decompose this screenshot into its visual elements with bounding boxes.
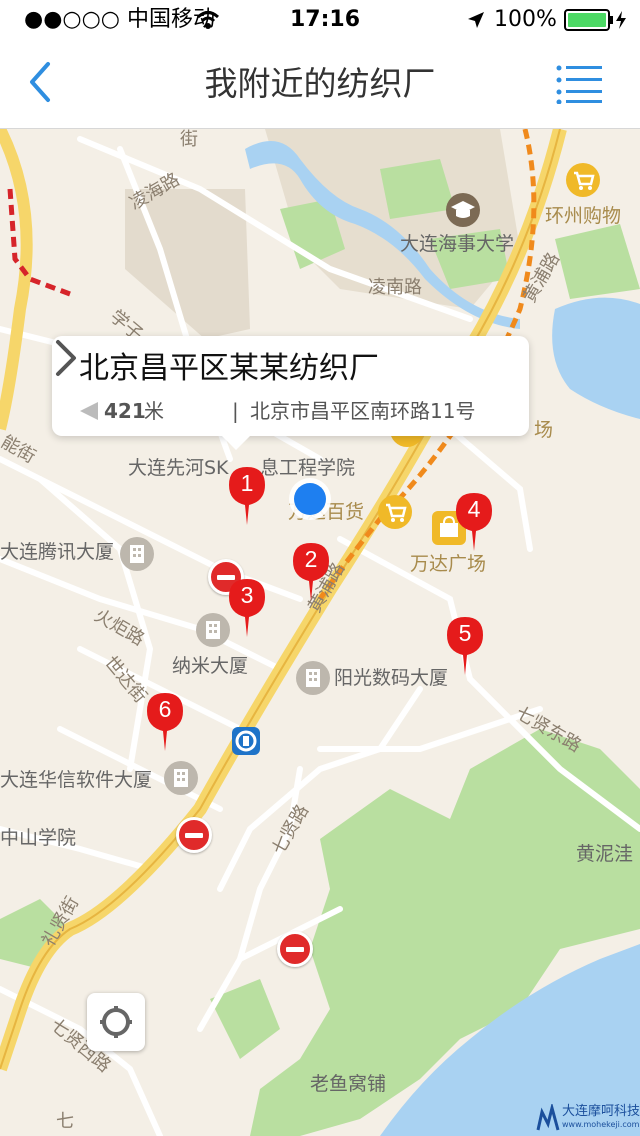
- company-logo-icon: [536, 1104, 560, 1131]
- place-label: 大连先河SK: [128, 457, 229, 479]
- wifi-icon: [196, 11, 220, 29]
- callout-distance: 421: [104, 399, 146, 423]
- map-pin-2[interactable]: 2: [289, 539, 333, 603]
- no-entry-icon: [277, 931, 313, 967]
- place-label: 纳米大厦: [172, 655, 249, 677]
- road-label: 凌南路: [368, 277, 422, 298]
- place-label: 环州购物: [545, 205, 622, 227]
- battery-percent: 100%: [494, 7, 557, 32]
- place-label: 万达广场: [410, 553, 487, 575]
- callout-distance-unit: 米: [144, 399, 164, 423]
- no-entry-icon: [176, 817, 212, 853]
- map-view[interactable]: 凌海路 街 大连海事大学 环州购物 凌南路 黄浦路 学子 能街 大连先河SK 息…: [0, 129, 640, 1136]
- place-label: 大连海事大学: [400, 233, 515, 255]
- road-label: 七: [56, 1111, 74, 1132]
- shopping-cart-icon[interactable]: [378, 495, 412, 529]
- place-label: 阳光数码大厦: [334, 667, 449, 689]
- place-label: 场: [534, 419, 554, 441]
- company-watermark: 大连摩呵科技 www.mohekeji.com: [534, 1102, 640, 1136]
- navigation-arrow-icon: [80, 402, 98, 420]
- crosshair-icon: [100, 1006, 132, 1038]
- navigation-bar: 我附近的纺织厂: [0, 40, 640, 129]
- place-label: 大连腾讯大厦: [0, 541, 115, 563]
- locate-me-button[interactable]: [87, 993, 145, 1051]
- subway-icon[interactable]: [232, 727, 260, 755]
- building-icon[interactable]: [164, 761, 198, 795]
- page-title: 我附近的纺织厂: [204, 64, 436, 103]
- map-pin-4[interactable]: 4: [452, 489, 496, 553]
- place-label: 黄泥洼: [576, 843, 634, 865]
- callout-address: 北京市昌平区南环路11号: [250, 399, 476, 423]
- shopping-cart-icon[interactable]: [566, 163, 600, 197]
- place-label: 老鱼窝铺: [310, 1073, 387, 1095]
- map-pin-5[interactable]: 5: [443, 613, 487, 677]
- callout-title: 北京昌平区某某纺织厂: [79, 351, 379, 386]
- map-pin-3[interactable]: 3: [225, 575, 269, 639]
- graduation-cap-icon[interactable]: [446, 193, 480, 227]
- carrier-label: ●●○○○ 中国移动: [24, 7, 215, 32]
- list-menu-icon[interactable]: [556, 64, 604, 104]
- place-label: 中山学院: [0, 827, 77, 849]
- battery-icon: [564, 9, 626, 31]
- building-icon[interactable]: [296, 661, 330, 695]
- clock: 17:16: [290, 7, 361, 32]
- road-label: 街: [180, 129, 198, 150]
- status-bar: ●●○○○ 中国移动 17:16 100%: [0, 0, 640, 40]
- location-arrow-icon: [468, 12, 484, 28]
- location-callout[interactable]: 北京昌平区某某纺织厂 421 米 | 北京市昌平区南环路11号: [52, 336, 529, 450]
- chevron-right-icon[interactable]: [52, 336, 82, 380]
- map-pin-6[interactable]: 6: [143, 689, 187, 753]
- map-pin-1[interactable]: 1: [225, 463, 269, 527]
- callout-separator: |: [232, 399, 239, 423]
- place-label: 大连华信软件大厦: [0, 769, 153, 791]
- building-icon[interactable]: [120, 537, 154, 571]
- user-location-dot: [289, 478, 331, 520]
